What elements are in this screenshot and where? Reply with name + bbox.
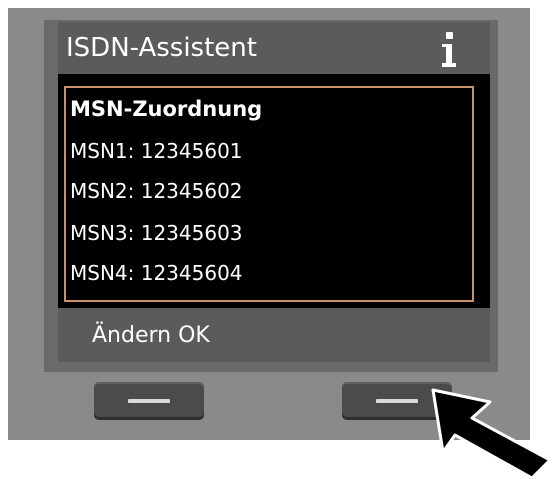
info-icon-foot [442,63,456,67]
right-softkey-bar [376,399,418,403]
page-title: ISDN-Assistent [66,33,257,63]
left-softkey-bar [128,399,170,403]
msn-row-2[interactable]: MSN2: 12345602 [70,176,243,206]
left-softkey-button[interactable] [94,382,204,420]
info-icon[interactable] [440,32,462,70]
right-softkey-button[interactable] [342,382,452,420]
info-icon-dot [446,32,453,39]
msn-row-3[interactable]: MSN3: 12345603 [70,218,243,248]
softkey-labels: Ändern OK [92,323,210,348]
panel-heading: MSN-Zuordnung [70,97,263,121]
msn-row-1[interactable]: MSN1: 12345601 [70,136,243,166]
msn-row-4[interactable]: MSN4: 12345604 [70,258,243,288]
